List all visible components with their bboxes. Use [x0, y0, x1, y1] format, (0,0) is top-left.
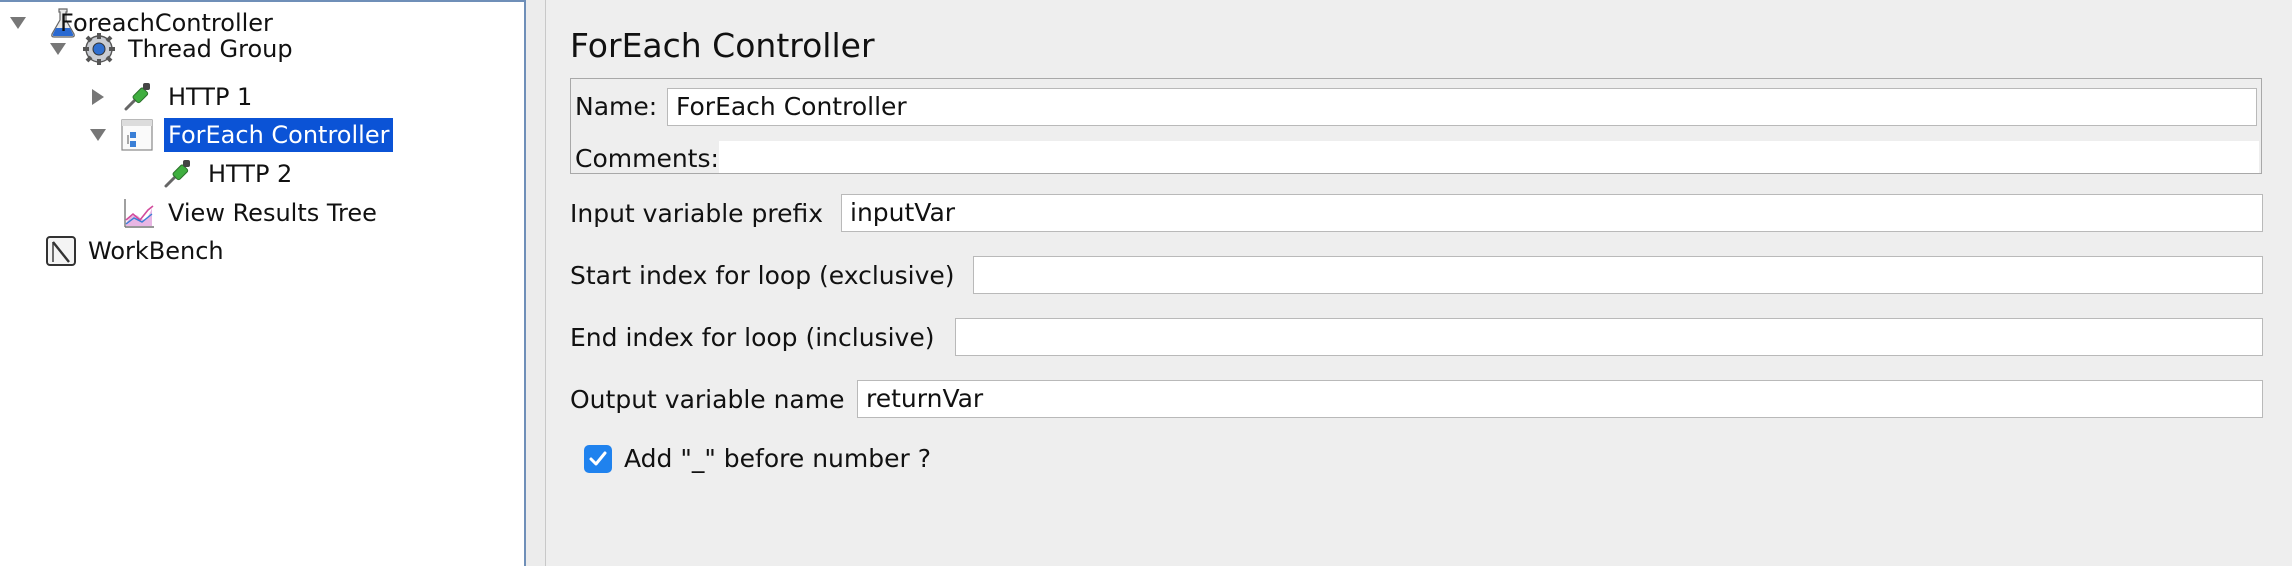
- tree-top-border: [0, 0, 526, 2]
- output-name-label: Output variable name: [570, 385, 845, 414]
- tree-node-label: ForEach Controller: [164, 118, 394, 152]
- name-label: Name:: [575, 92, 658, 121]
- controller-config-panel: ForEach Controller Name: ForEach Control…: [546, 0, 2292, 566]
- panel-title: ForEach Controller: [570, 26, 875, 65]
- start-index-label: Start index for loop (exclusive): [570, 261, 955, 290]
- checkmark-icon: [589, 451, 607, 466]
- tree-node-http-2[interactable]: HTTP 2: [0, 157, 520, 191]
- pane-splitter[interactable]: [526, 0, 546, 566]
- name-field[interactable]: ForEach Controller: [667, 88, 2257, 126]
- controller-icon: [120, 118, 154, 152]
- gear-icon: [82, 32, 116, 66]
- expanded-triangle-icon[interactable]: [8, 13, 28, 33]
- tree-node-http-1[interactable]: HTTP 1: [0, 80, 520, 114]
- start-index-field[interactable]: [973, 256, 2263, 294]
- collapsed-triangle-icon[interactable]: [88, 87, 108, 107]
- tree-node-view-results-tree[interactable]: View Results Tree: [0, 196, 520, 230]
- tree-node-label: WorkBench: [88, 237, 224, 265]
- add-underscore-checkbox[interactable]: [584, 445, 612, 473]
- expanded-triangle-icon[interactable]: [88, 125, 108, 145]
- comments-field[interactable]: [719, 141, 2259, 173]
- workbench-icon: [44, 234, 78, 268]
- expanded-triangle-icon[interactable]: [48, 39, 68, 59]
- name-comments-group: Name: ForEach Controller Comments:: [570, 78, 2262, 174]
- tree-node-workbench[interactable]: WorkBench: [0, 234, 520, 268]
- tree-node-label: View Results Tree: [168, 199, 377, 227]
- tree-node-label: HTTP 1: [168, 83, 253, 111]
- comments-label: Comments:: [575, 144, 719, 173]
- input-prefix-field[interactable]: inputVar: [841, 194, 2263, 232]
- end-index-label: End index for loop (inclusive): [570, 323, 935, 352]
- end-index-field[interactable]: [955, 318, 2263, 356]
- graph-icon: [122, 196, 156, 230]
- input-prefix-label: Input variable prefix: [570, 199, 824, 228]
- tree-node-foreach-controller[interactable]: ForEach Controller: [0, 118, 520, 152]
- test-plan-tree: ForeachController Thread Group HTTP 1 Fo…: [0, 0, 526, 566]
- tree-node-label: Thread Group: [128, 35, 293, 63]
- pipette-icon: [160, 157, 194, 191]
- output-name-field[interactable]: returnVar: [857, 380, 2263, 418]
- add-underscore-label[interactable]: Add "_" before number ?: [624, 443, 931, 475]
- pipette-icon: [120, 80, 154, 114]
- tree-node-thread-group[interactable]: Thread Group: [0, 32, 520, 66]
- tree-node-label: HTTP 2: [208, 160, 293, 188]
